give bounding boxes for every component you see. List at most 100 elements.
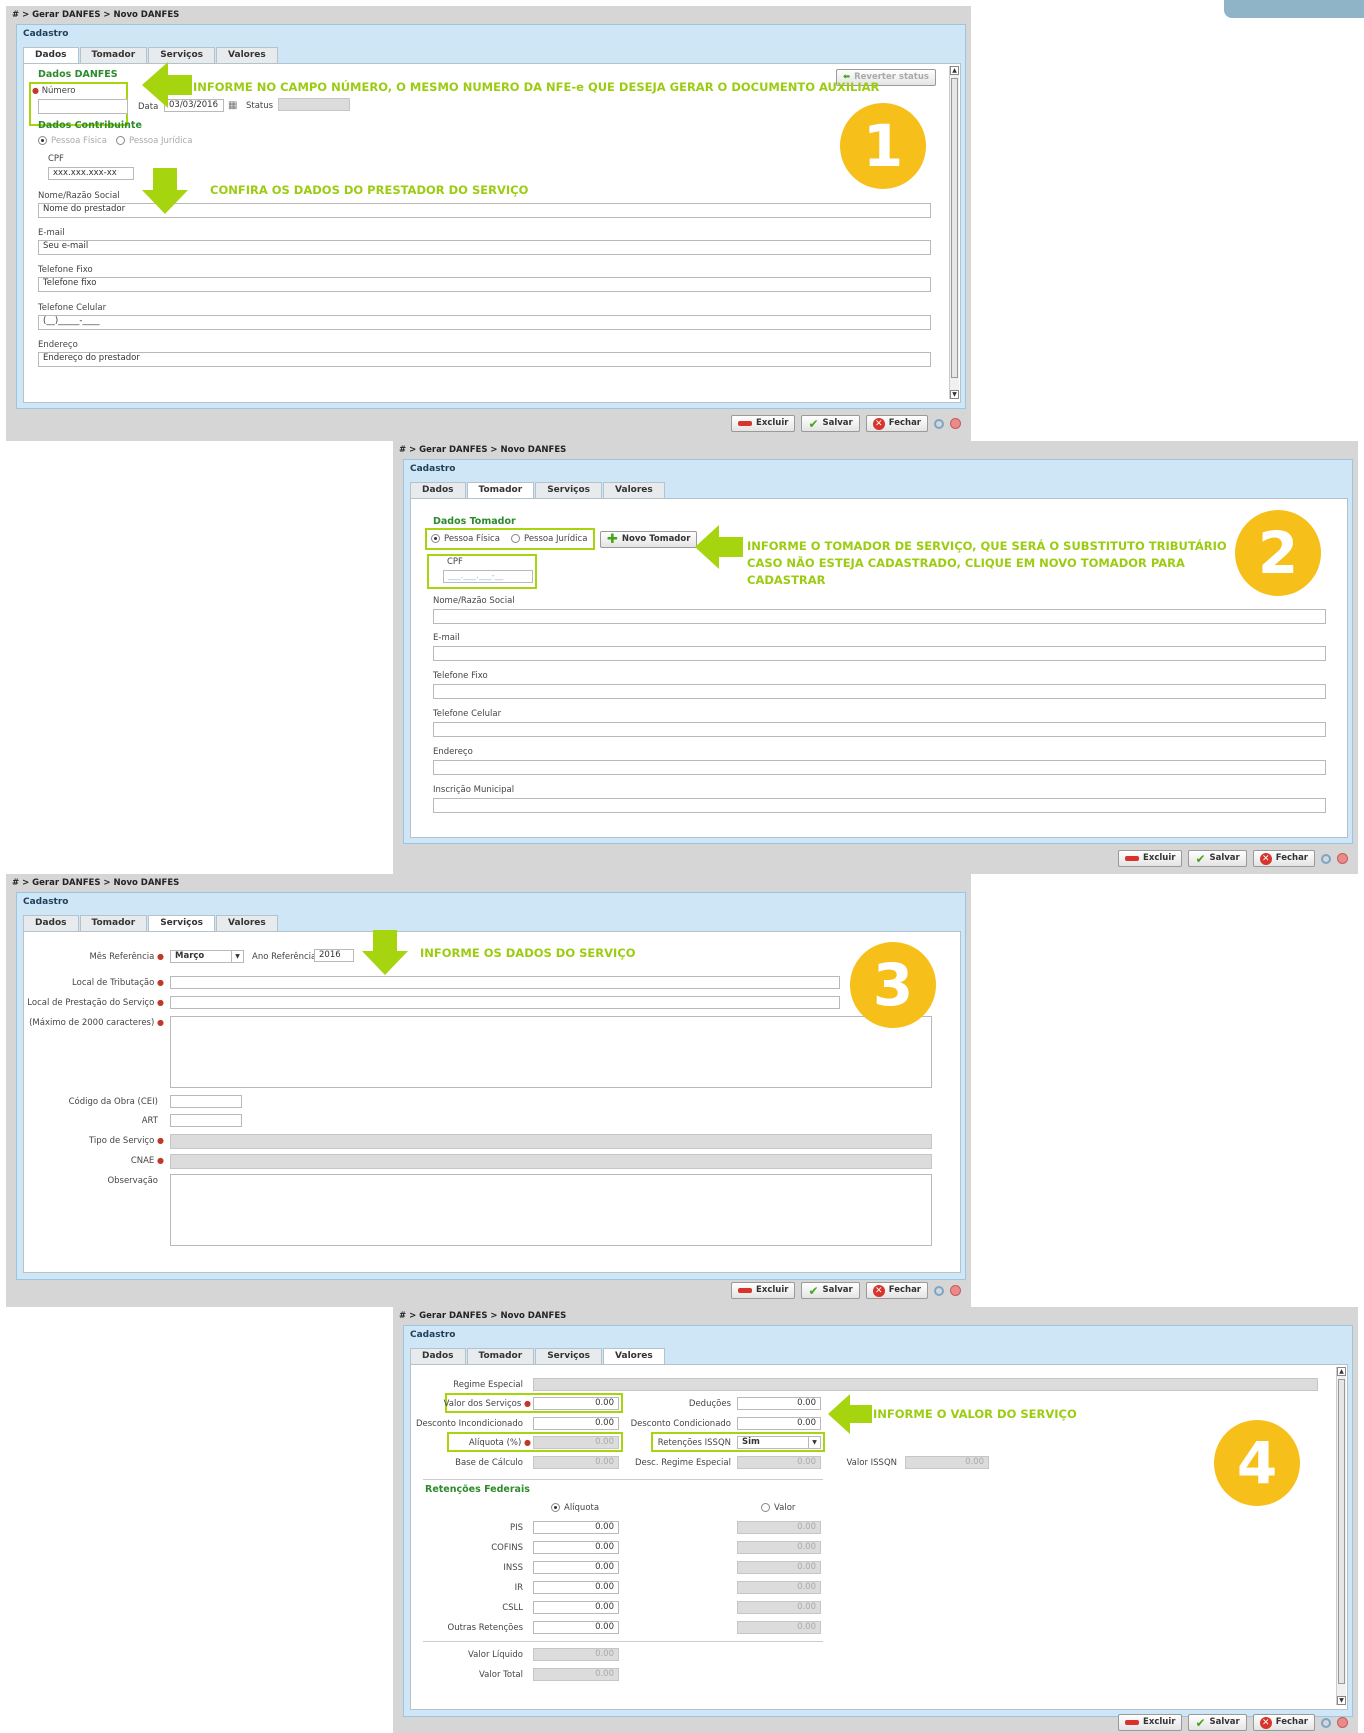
ano-referencia-input[interactable]: 2016 [314,949,354,962]
step-badge-4: 4 [1214,1420,1300,1506]
radio-aliquota[interactable]: Alíquota [551,1503,599,1513]
telefone-fixo-input[interactable]: Telefone fixo [38,277,931,292]
tab-valores[interactable]: Valores [603,482,665,498]
cpf-input[interactable]: xxx.xxx.xxx-xx [48,167,134,180]
art-input[interactable] [170,1114,242,1127]
observacao-textarea[interactable] [170,1174,932,1246]
inss-aliquota-input[interactable]: 0.00 [533,1561,619,1574]
endereco-input[interactable] [433,760,1326,775]
valor-servicos-input[interactable]: 0.00 [533,1397,619,1410]
fechar-button[interactable]: ✕ Fechar [1252,1714,1315,1731]
salvar-button[interactable]: ✔ Salvar [1188,850,1247,867]
inscricao-municipal-input[interactable] [433,798,1326,813]
fechar-button[interactable]: ✕ Fechar [865,1282,928,1299]
zoom-icon[interactable] [934,418,944,429]
tab-tomador[interactable]: Tomador [79,47,148,63]
tab-servicos[interactable]: Serviços [535,1348,603,1364]
zoom-icon[interactable] [1321,853,1331,864]
tab-valores[interactable]: Valores [216,915,278,931]
zoom-icon[interactable] [1321,1717,1331,1728]
inscricao-municipal-label: Inscrição Municipal [433,785,515,795]
telefone-fixo-input[interactable] [433,684,1326,699]
email-input[interactable] [433,646,1326,661]
corner-tab-decoration [1224,0,1364,18]
salvar-button[interactable]: ✔ Salvar [801,415,860,432]
tab-servicos[interactable]: Serviços [535,482,603,498]
numero-input[interactable] [38,99,128,114]
window-step4: # > Gerar DANFES > Novo DANFES Cadastro … [393,1307,1358,1733]
salvar-button[interactable]: ✔ Salvar [1188,1714,1247,1731]
excluir-button[interactable]: Excluir [1118,1714,1183,1731]
tab-tomador[interactable]: Tomador [79,915,148,931]
outras-retencoes-aliquota-input[interactable]: 0.00 [533,1621,619,1634]
retencoes-issqn-select[interactable]: Sim ▼ [737,1436,821,1449]
tab-tomador[interactable]: Tomador [466,1348,535,1364]
art-label: ART [141,1116,158,1126]
email-input[interactable]: Seu e-mail [38,240,931,255]
note-step1-prestador: CONFIRA OS DADOS DO PRESTADOR DO SERVIÇO [210,183,529,197]
valor-total-field: 0.00 [533,1668,619,1681]
endereco-input[interactable]: Endereço do prestador [38,352,931,367]
tab-valores[interactable]: Valores [216,47,278,63]
tab-servicos[interactable]: Serviços [148,47,216,63]
fechar-button[interactable]: ✕ Fechar [1252,850,1315,867]
tab-bar: Dados Tomador Serviços Valores [410,1348,666,1364]
help-icon[interactable] [950,418,961,429]
tab-tomador[interactable]: Tomador [466,482,535,498]
radio-pessoa-juridica[interactable]: Pessoa Jurídica [116,136,192,146]
salvar-button[interactable]: ✔ Salvar [801,1282,860,1299]
regime-especial-field[interactable] [533,1378,1318,1391]
retencoes-issqn-label: Retenções ISSQN [657,1438,731,1448]
scrollbar[interactable]: ▲ ▼ [949,66,959,399]
fechar-button[interactable]: ✕ Fechar [865,415,928,432]
zoom-icon[interactable] [934,1285,944,1296]
pis-aliquota-input[interactable]: 0.00 [533,1521,619,1534]
novo-tomador-button[interactable]: ✚ Novo Tomador [600,531,698,548]
nome-input[interactable] [433,609,1326,624]
help-icon[interactable] [1337,1717,1348,1728]
telefone-celular-input[interactable] [433,722,1326,737]
step-badge-3: 3 [850,942,936,1028]
desconto-condicionado-input[interactable]: 0.00 [737,1417,821,1430]
help-icon[interactable] [950,1285,961,1296]
cnae-label: CNAE ● [130,1156,164,1166]
cpf-label: CPF [447,557,463,567]
csll-aliquota-input[interactable]: 0.00 [533,1601,619,1614]
mes-referencia-select[interactable]: Março ▼ [170,950,244,963]
cnae-field[interactable] [170,1154,932,1169]
tab-dados[interactable]: Dados [23,915,79,931]
observacao-label: Observação [107,1176,158,1186]
excluir-button[interactable]: Excluir [731,415,796,432]
telefone-celular-input[interactable]: (__)_____-____ [38,315,931,330]
deducoes-input[interactable]: 0.00 [737,1397,821,1410]
aliquota-field[interactable]: 0.00 [533,1436,619,1449]
tab-dados[interactable]: Dados [410,482,466,498]
local-tributacao-input[interactable] [170,976,840,989]
radio-valor[interactable]: Valor [761,1503,795,1513]
tab-dados[interactable]: Dados [410,1348,466,1364]
local-prestacao-input[interactable] [170,996,840,1009]
cadastro-panel: Cadastro Dados Tomador Serviços Valores … [403,459,1353,844]
calendar-icon[interactable]: ▦ [228,100,237,111]
tab-dados[interactable]: Dados [23,47,79,63]
descricao-textarea[interactable] [170,1016,932,1088]
tab-servicos[interactable]: Serviços [148,915,216,931]
excluir-button[interactable]: Excluir [1118,850,1183,867]
codigo-obra-input[interactable] [170,1095,242,1108]
scrollbar[interactable]: ▲ ▼ [1336,1367,1346,1705]
tipo-servico-field[interactable] [170,1134,932,1149]
radio-pessoa-juridica[interactable]: Pessoa Jurídica [511,534,587,544]
tab-valores[interactable]: Valores [603,1348,665,1364]
local-tributacao-label: Local de Tributação ● [72,978,164,988]
excluir-button[interactable]: Excluir [731,1282,796,1299]
radio-pessoa-fisica[interactable]: Pessoa Física [431,534,500,544]
arrow-left-icon [828,1394,872,1434]
ir-aliquota-input[interactable]: 0.00 [533,1581,619,1594]
help-icon[interactable] [1337,853,1348,864]
cofins-aliquota-input[interactable]: 0.00 [533,1541,619,1554]
desconto-incondicionado-input[interactable]: 0.00 [533,1417,619,1430]
radio-pessoa-fisica[interactable]: Pessoa Física [38,136,107,146]
ir-valor-field: 0.00 [737,1581,821,1594]
cpf-input[interactable]: ___.___.___-__ [443,570,533,583]
status-field [278,98,350,111]
